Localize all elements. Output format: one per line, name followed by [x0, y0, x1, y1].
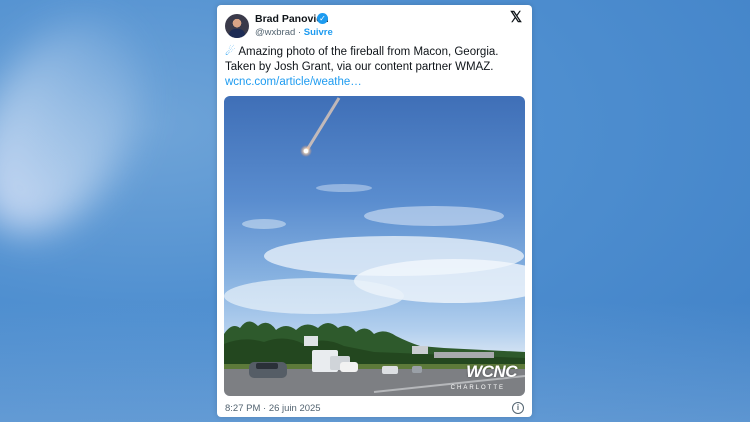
- overpass: [434, 352, 494, 358]
- meteor-core: [303, 148, 309, 154]
- tweet-line-1: Amazing photo of the fireball from Macon…: [238, 46, 499, 58]
- photo-scene: [224, 97, 525, 396]
- x-logo-icon[interactable]: 𝕏: [508, 10, 524, 26]
- car: [382, 366, 398, 374]
- sign: [412, 346, 428, 354]
- wcnc-watermark-sub: CHARLOTTE: [450, 385, 505, 391]
- car-window: [256, 363, 278, 369]
- sign: [304, 336, 318, 346]
- meteor-trail: [305, 97, 341, 151]
- wcnc-watermark: WCNC: [466, 362, 517, 381]
- article-link[interactable]: wcnc.com/article/weathe…: [225, 76, 362, 88]
- car: [340, 362, 358, 372]
- verified-badge-icon: ✓: [317, 13, 328, 24]
- info-icon[interactable]: i: [512, 402, 524, 414]
- car: [412, 366, 422, 373]
- separator: ·: [297, 27, 302, 38]
- comet-icon: ☄: [225, 46, 236, 58]
- tweet-photo[interactable]: WCNC CHARLOTTE: [224, 96, 525, 396]
- background-meteor-blur: [0, 0, 176, 260]
- cloud: [364, 206, 504, 226]
- tweet-card[interactable]: Brad Panovich ✓ @wxbrad · Suivre 𝕏 ☄ Amaz…: [217, 5, 532, 417]
- cloud: [224, 278, 404, 314]
- tweet-line-2: Taken by Josh Grant, via our content par…: [225, 61, 494, 73]
- avatar[interactable]: [225, 14, 249, 38]
- handle-row: @wxbrad · Suivre: [255, 27, 333, 38]
- tweet-timestamp[interactable]: 8:27 PM · 26 juin 2025: [225, 403, 321, 414]
- follow-button[interactable]: Suivre: [304, 27, 333, 38]
- tweet-text: ☄ Amazing photo of the fireball from Maco…: [225, 45, 525, 90]
- cloud: [316, 184, 372, 192]
- cloud: [242, 219, 286, 229]
- author-handle[interactable]: @wxbrad: [255, 27, 295, 38]
